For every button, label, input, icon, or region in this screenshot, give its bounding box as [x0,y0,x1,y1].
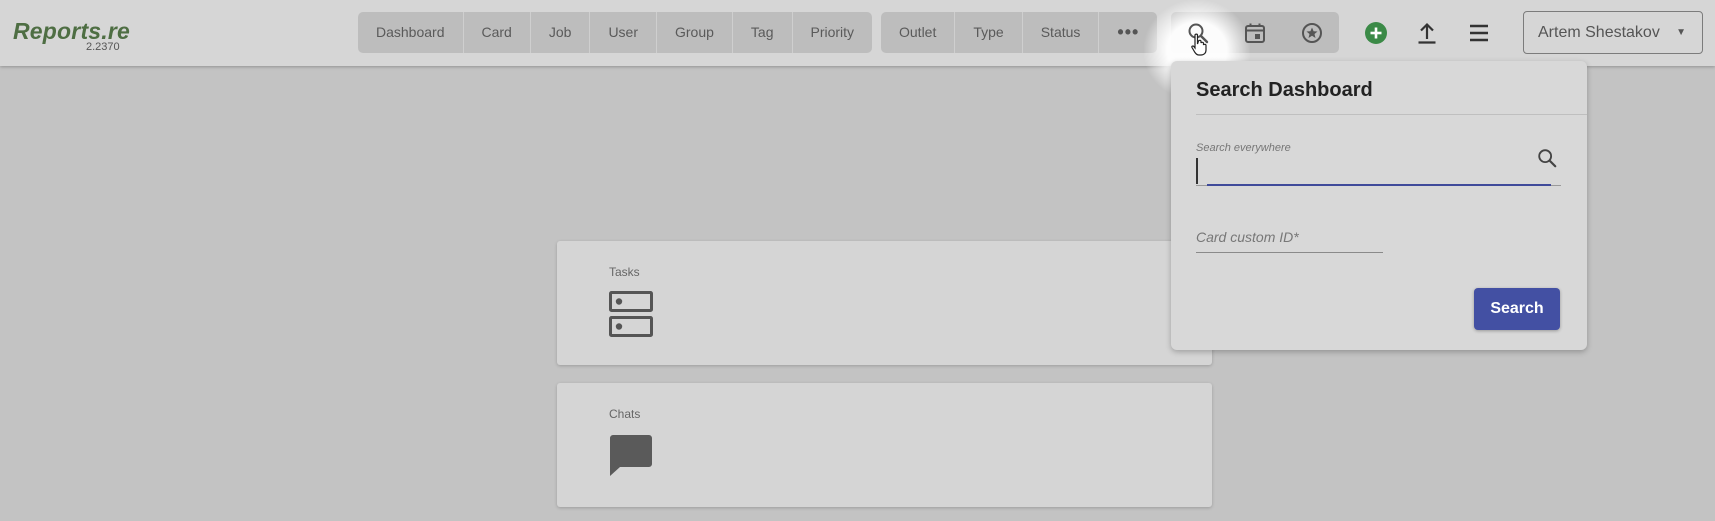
add-circle-icon [1365,21,1387,44]
favorites-button[interactable] [1287,12,1337,53]
menu-icon [1470,24,1488,41]
search-input-focus-underline [1207,184,1551,186]
chats-card[interactable]: Chats [557,383,1212,507]
nav-dashboard[interactable]: Dashboard [358,12,463,53]
upload-button[interactable] [1402,12,1452,53]
card-custom-id-input[interactable] [1196,226,1382,248]
hand-cursor-icon [1191,33,1207,56]
nav-outlet[interactable]: Outlet [881,12,954,53]
primary-nav: Dashboard Card Job User Group Tag Priori… [358,12,873,53]
add-button[interactable] [1351,12,1401,53]
popup-title: Search Dashboard [1196,79,1373,101]
nav-card[interactable]: Card [462,12,530,53]
chevron-down-icon: ▼ [1676,27,1686,38]
nav-user[interactable]: User [589,12,656,53]
tasks-card[interactable]: Tasks [557,241,1212,365]
nav-status[interactable]: Status [1021,12,1099,53]
app-logo[interactable]: Reports.re 2.2370 [13,18,130,53]
search-everywhere-input[interactable] [1196,158,1538,184]
top-bar: Reports.re 2.2370 Dashboard Card Job Use… [0,0,1715,100]
search-submit-button[interactable]: Search [1474,288,1560,330]
nav-job[interactable]: Job [529,12,590,53]
search-dashboard-popup: Search Dashboard Search everywhere Searc… [1171,61,1587,350]
app-version: 2.2370 [86,41,120,53]
nav-type[interactable]: Type [954,12,1021,53]
secondary-nav: Outlet Type Status ••• [881,12,1158,53]
card-label-tasks: Tasks [609,265,640,279]
search-icon[interactable] [1536,147,1558,174]
calendar-icon [1245,23,1265,43]
main-menu-button[interactable] [1454,12,1504,53]
nav-group[interactable]: Group [656,12,732,53]
storage-icon [609,291,653,342]
chat-icon [609,433,653,482]
upload-icon [1418,22,1436,44]
search-everywhere-label: Search everywhere [1196,142,1291,154]
nav-tag[interactable]: Tag [731,12,792,53]
calendar-button[interactable] [1230,12,1280,53]
card-label-chats: Chats [609,407,641,421]
user-name: Artem Shestakov [1538,23,1660,41]
popup-divider [1196,114,1587,115]
user-menu-button[interactable]: Artem Shestakov ▼ [1523,11,1703,54]
star-badge-icon [1302,22,1322,43]
nav-priority[interactable]: Priority [791,12,873,53]
card-id-underline [1196,252,1383,253]
